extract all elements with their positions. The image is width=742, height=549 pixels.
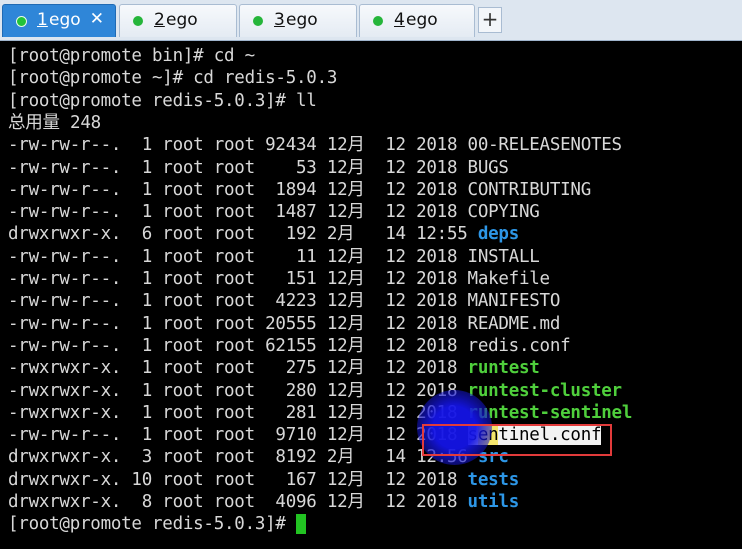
terminal-line: -rw-rw-r--. 1 root root 62155 12月 12 201… bbox=[8, 335, 571, 357]
tab-4-ego[interactable]: 4 ego bbox=[359, 4, 475, 37]
terminal-line: -rw-rw-r--. 1 root root 151 12月 12 2018 … bbox=[8, 268, 550, 290]
line-text: -rw-rw-r--. 1 root root 53 12月 12 2018 B… bbox=[8, 157, 509, 178]
terminal-line: -rw-rw-r--. 1 root root 1487 12月 12 2018… bbox=[8, 201, 540, 223]
tab-number: 2 bbox=[154, 10, 165, 30]
tab-label: ego bbox=[286, 10, 318, 30]
close-icon[interactable]: ✕ bbox=[90, 9, 104, 29]
terminal-line: [root@promote bin]# cd ~ bbox=[8, 45, 255, 67]
terminal-line: drwxrwxr-x. 8 root root 4096 12月 12 2018… bbox=[8, 491, 519, 513]
terminal-line: -rw-rw-r--. 1 root root 20555 12月 12 201… bbox=[8, 313, 560, 335]
session-status-icon bbox=[16, 16, 27, 27]
tab-bar: 1 ego ✕ 2 ego 3 ego 4 ego + bbox=[0, 0, 742, 41]
tab-label: ego bbox=[166, 10, 198, 30]
line-text: -rw-rw-r--. 1 root root 4223 12月 12 2018… bbox=[8, 291, 561, 312]
line-text: -rw-rw-r--. 1 root root 20555 12月 12 201… bbox=[8, 313, 561, 334]
executable-name: runtest bbox=[467, 358, 540, 379]
line-text: -rw-rw-r--. 1 root root 151 12月 12 2018 … bbox=[8, 269, 550, 289]
line-text: -rw-rw-r--. 1 root root 9710 12月 12 2018 bbox=[8, 425, 468, 446]
line-text: 总用量 248 bbox=[8, 112, 101, 133]
line-text: -rw-rw-r--. 1 root root 1487 12月 12 2018… bbox=[8, 202, 540, 223]
terminal-line: drwxrwxr-x. 6 root root 192 2月 14 12:55 … bbox=[8, 223, 519, 245]
new-tab-button[interactable]: + bbox=[478, 7, 502, 33]
session-status-icon bbox=[133, 16, 143, 26]
terminal-line: [root@promote ~]# cd redis-5.0.3 bbox=[8, 67, 337, 89]
annotation-highlight-box bbox=[422, 424, 612, 456]
session-status-icon bbox=[253, 16, 263, 26]
line-text: -rwxrwxr-x. 1 root root 281 12月 12 2018 bbox=[8, 402, 468, 423]
executable-name: runtest-cluster bbox=[467, 380, 623, 401]
tab-2-ego[interactable]: 2 ego bbox=[119, 4, 237, 37]
line-text: -rw-rw-r--. 1 root root 11 12月 12 2018 I… bbox=[8, 246, 540, 267]
line-text: drwxrwxr-x. 10 root root 167 12月 12 2018 bbox=[8, 469, 468, 490]
line-text: -rw-rw-r--. 1 root root 1894 12月 12 2018… bbox=[8, 179, 591, 200]
line-text: -rwxrwxr-x. 1 root root 275 12月 12 2018 bbox=[8, 358, 468, 379]
tab-label: ego bbox=[406, 10, 438, 30]
line-text: drwxrwxr-x. 8 root root 4096 12月 12 2018 bbox=[8, 492, 468, 512]
directory-name: utils bbox=[467, 492, 520, 512]
terminal-line: -rw-rw-r--. 1 root root 53 12月 12 2018 B… bbox=[8, 157, 509, 179]
line-text: -rw-rw-r--. 1 root root 92434 12月 12 201… bbox=[8, 135, 622, 156]
tab-number: 4 bbox=[394, 10, 405, 30]
terminal-cursor bbox=[296, 514, 306, 535]
tab-label: ego bbox=[49, 10, 81, 30]
line-text: -rwxrwxr-x. 1 root root 280 12月 12 2018 bbox=[8, 380, 468, 401]
terminal-output[interactable]: [root@promote bin]# cd ~ [root@promote ~]… bbox=[0, 41, 742, 549]
tab-number: 3 bbox=[274, 10, 285, 30]
terminal-line: -rwxrwxr-x. 1 root root 275 12月 12 2018 … bbox=[8, 357, 540, 379]
line-text: [root@promote bin]# cd ~ bbox=[8, 46, 255, 66]
terminal-line: -rw-rw-r--. 1 root root 1894 12月 12 2018… bbox=[8, 179, 591, 201]
terminal-line: -rw-rw-r--. 1 root root 11 12月 12 2018 I… bbox=[8, 246, 540, 268]
terminal-line: 总用量 248 bbox=[8, 112, 101, 134]
terminal-line: -rw-rw-r--. 1 root root 4223 12月 12 2018… bbox=[8, 290, 560, 312]
line-text: -rw-rw-r--. 1 root root 62155 12月 12 201… bbox=[8, 335, 571, 356]
terminal-line: [root@promote redis-5.0.3]# ll bbox=[8, 90, 317, 112]
line-text: [root@promote redis-5.0.3]# bbox=[8, 514, 297, 535]
terminal-line: -rw-rw-r--. 1 root root 92434 12月 12 201… bbox=[8, 134, 622, 156]
executable-name: runtest-sentinel bbox=[467, 402, 633, 423]
terminal-line: -rwxrwxr-x. 1 root root 281 12月 12 2018 … bbox=[8, 402, 632, 424]
tab-1-ego[interactable]: 1 ego ✕ bbox=[2, 4, 116, 37]
tab-number: 1 bbox=[37, 10, 48, 30]
session-status-icon bbox=[373, 16, 383, 26]
line-text: [root@promote redis-5.0.3]# ll bbox=[8, 90, 317, 111]
tab-3-ego[interactable]: 3 ego bbox=[239, 4, 357, 37]
directory-name: tests bbox=[467, 469, 520, 490]
terminal-line: [root@promote redis-5.0.3]# bbox=[8, 513, 296, 535]
terminal-line: drwxrwxr-x. 10 root root 167 12月 12 2018… bbox=[8, 469, 519, 491]
directory-name: deps bbox=[477, 224, 519, 245]
terminal-line: -rwxrwxr-x. 1 root root 280 12月 12 2018 … bbox=[8, 380, 622, 402]
line-text: drwxrwxr-x. 3 root root 8192 2月 14 12:56 bbox=[8, 447, 478, 468]
line-text: drwxrwxr-x. 6 root root 192 2月 14 12:55 bbox=[8, 224, 478, 245]
line-text: [root@promote ~]# cd redis-5.0.3 bbox=[8, 68, 338, 89]
